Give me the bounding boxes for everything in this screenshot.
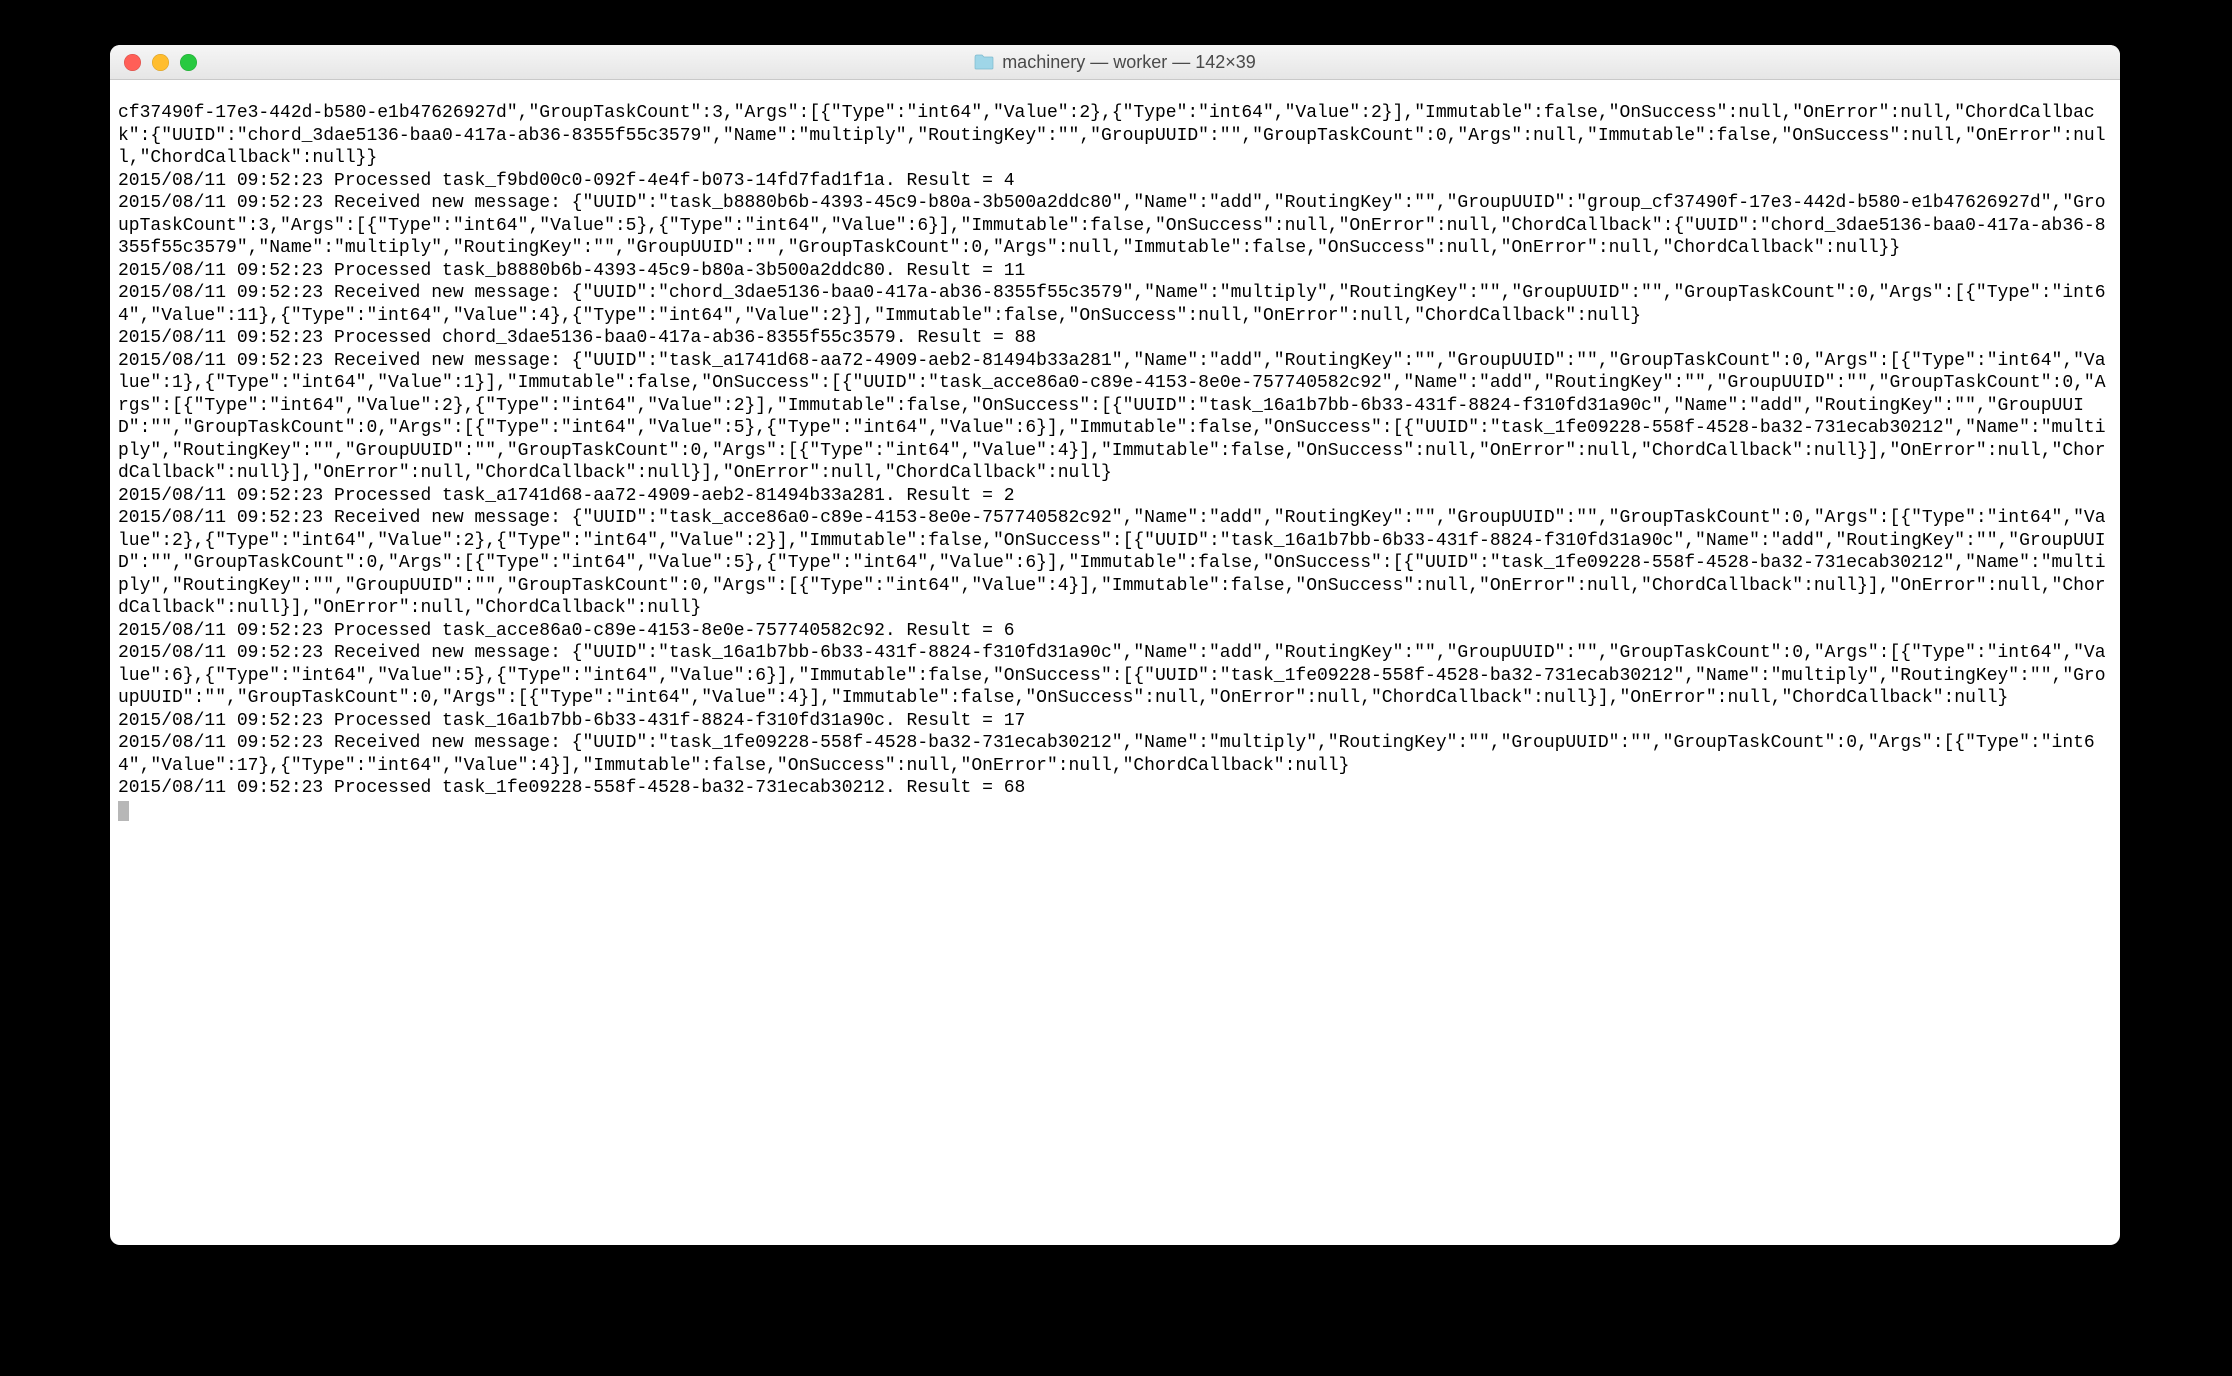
window-title: machinery — worker — 142×39 bbox=[1002, 52, 1256, 73]
folder-icon bbox=[974, 54, 994, 70]
minimize-button[interactable] bbox=[152, 54, 169, 71]
maximize-button[interactable] bbox=[180, 54, 197, 71]
window-controls bbox=[110, 54, 197, 71]
terminal-window: machinery — worker — 142×39 cf37490f-17e… bbox=[110, 45, 2120, 1245]
close-button[interactable] bbox=[124, 54, 141, 71]
terminal-output[interactable]: cf37490f-17e3-442d-b580-e1b47626927d","G… bbox=[110, 98, 2120, 1227]
terminal-cursor bbox=[118, 801, 129, 821]
window-titlebar[interactable]: machinery — worker — 142×39 bbox=[110, 45, 2120, 80]
window-title-wrap: machinery — worker — 142×39 bbox=[110, 52, 2120, 73]
